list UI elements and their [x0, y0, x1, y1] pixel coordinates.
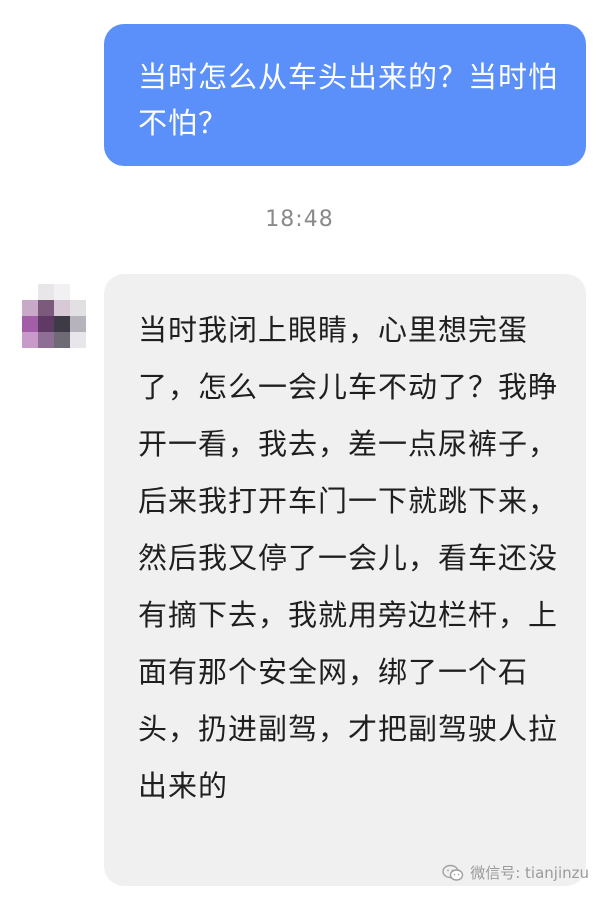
outgoing-message-bubble[interactable]: 当时怎么从车头出来的？当时怕不怕？ — [104, 24, 586, 166]
avatar[interactable] — [22, 284, 86, 348]
watermark-text: 微信号: tianjinzu — [470, 864, 589, 882]
wechat-icon — [442, 864, 464, 882]
incoming-message-text: 当时我闭上眼睛，心里想完蛋了，怎么一会儿车不动了？我睁开一看，我去，差一点尿裤子… — [138, 313, 559, 803]
chat-window: 当时怎么从车头出来的？当时怕不怕？ 18:48 当时我闭上眼睛，心里想完蛋了，怎… — [0, 0, 599, 900]
outgoing-message-text: 当时怎么从车头出来的？当时怕不怕？ — [138, 60, 559, 140]
message-timestamp: 18:48 — [265, 207, 334, 232]
incoming-message-bubble[interactable]: 当时我闭上眼睛，心里想完蛋了，怎么一会儿车不动了？我睁开一看，我去，差一点尿裤子… — [104, 274, 586, 886]
watermark: 微信号: tianjinzu — [442, 862, 589, 883]
